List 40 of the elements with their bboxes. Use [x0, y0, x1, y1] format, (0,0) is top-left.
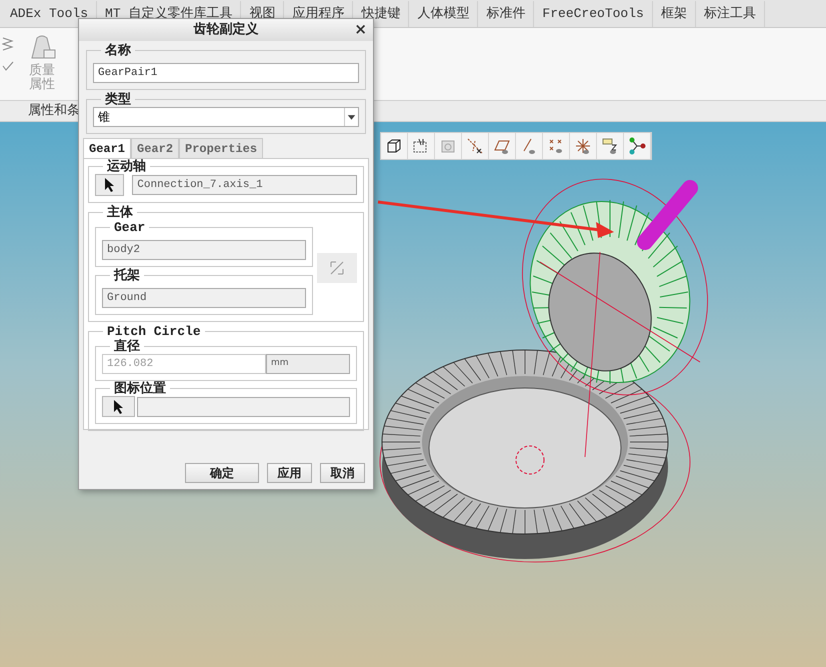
group-label: Pitch Circle: [106, 324, 202, 339]
group-label: 托架: [112, 268, 141, 283]
dialog-button[interactable]: 取消: [320, 463, 365, 483]
ribbon-tab[interactable]: FreeCreoTools: [534, 1, 653, 27]
swap-arrows-icon: [328, 258, 346, 276]
input-field[interactable]: GearPair1: [93, 63, 359, 83]
cursor-icon: [112, 398, 124, 414]
select-button[interactable]: [102, 396, 135, 417]
ribbon-tab[interactable]: 人体模型: [409, 1, 478, 27]
unit-field[interactable]: mm: [266, 354, 350, 374]
nodes-icon[interactable]: [627, 136, 647, 156]
group-label: 类型: [104, 92, 132, 107]
check-icon[interactable]: [2, 60, 14, 72]
group-title: 属性和条: [28, 102, 80, 120]
select-button[interactable]: [95, 174, 124, 196]
input-field[interactable]: [137, 396, 350, 416]
star-points-icon[interactable]: [573, 136, 593, 156]
dialog-button[interactable]: 应用: [267, 463, 312, 483]
dialog-tab[interactable]: Properties: [179, 138, 264, 158]
ribbon-tab[interactable]: 标准件: [478, 1, 534, 27]
dialog-tab[interactable]: Gear2: [131, 138, 180, 158]
ribbon-tab[interactable]: 框架: [652, 1, 696, 27]
coordinate-icon[interactable]: [600, 136, 620, 156]
input-field[interactable]: Ground: [102, 288, 306, 308]
input-field[interactable]: Connection_7.axis_1: [132, 175, 357, 195]
group-label: 名称: [104, 43, 132, 58]
axis-cross-icon[interactable]: [465, 136, 485, 156]
caret-icon: [344, 108, 358, 126]
input-field[interactable]: body2: [102, 240, 306, 260]
dialog-button[interactable]: 确定: [185, 463, 259, 483]
spring-icon[interactable]: [2, 36, 14, 52]
group-label: 主体: [106, 205, 134, 220]
dialog-tab[interactable]: Gear1: [83, 138, 132, 158]
group-label: 图标位置: [113, 381, 167, 396]
cursor-icon: [104, 177, 116, 193]
group-label: 运动轴: [106, 159, 147, 174]
type-dropdown[interactable]: 锥: [93, 107, 359, 127]
group-label: 直径: [113, 339, 141, 354]
group-label: Gear: [113, 220, 146, 235]
ribbon-tab[interactable]: 标注工具: [696, 1, 765, 27]
